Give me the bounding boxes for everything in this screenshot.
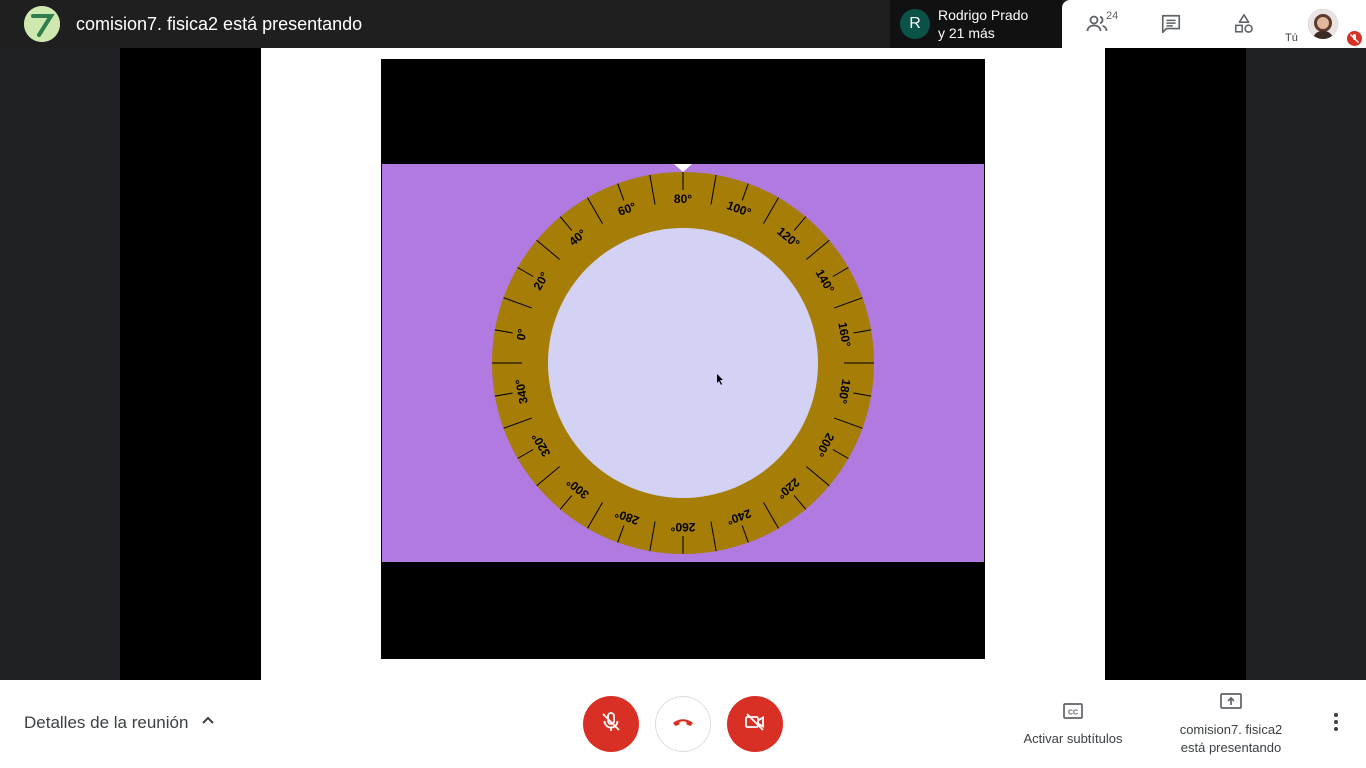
degree-label: 80° [674, 192, 692, 206]
presenting-title: comision7. fisica2 está presentando [76, 14, 363, 34]
camera-off-icon [743, 710, 767, 739]
presenting-line-1: comision7. fisica2 [1179, 722, 1283, 737]
presenter-name: Rodrigo Prado [938, 7, 1029, 23]
end-call-icon [670, 709, 696, 740]
top-bar: comision7. fisica2 está presentando R Ro… [0, 0, 1366, 48]
degree-label: 260° [670, 520, 695, 534]
muted-indicator-icon [1347, 31, 1362, 46]
captions-button[interactable]: CC Activar subtítulos [1010, 702, 1136, 746]
protractor-simulation: 0° 20° 40° 60° 80° 100° 120° 140° 160° 180° 200° 22… [382, 164, 984, 562]
self-avatar[interactable] [1308, 9, 1338, 39]
chat-button[interactable] [1136, 0, 1206, 48]
protractor-center [548, 228, 818, 498]
you-label: Tú [1285, 32, 1298, 44]
presenter-chip[interactable]: R Rodrigo Prado y 21 más [890, 0, 1062, 48]
protractor-graphic: 0°20°40°60°80° 100°120°140°160°180°200°22… [492, 164, 874, 554]
chat-icon [1160, 13, 1182, 35]
presenting-status-button[interactable]: comision7. fisica2 está presentando [1168, 692, 1294, 757]
meeting-details-button[interactable]: Detalles de la reunión [24, 712, 216, 733]
closed-captions-icon: CC [1063, 703, 1083, 724]
presenter-logo-avatar [24, 6, 60, 42]
more-options-button[interactable] [1324, 710, 1348, 738]
meeting-details-label: Detalles de la reunión [24, 712, 189, 732]
presenting-line-2: está presentando [1180, 740, 1282, 755]
bottom-bar: Detalles de la reunión CC Activar subtít… [0, 680, 1366, 768]
chevron-up-icon [200, 712, 216, 733]
microphone-off-icon [599, 710, 623, 739]
present-screen-icon [1219, 693, 1243, 716]
microphone-toggle-button[interactable] [583, 696, 639, 752]
captions-label: Activar subtítulos [1023, 731, 1123, 746]
activities-button[interactable] [1209, 0, 1279, 48]
top-marker [674, 164, 692, 172]
participants-button[interactable]: 24 [1062, 0, 1132, 48]
svg-text:CC: CC [1068, 710, 1078, 717]
more-vertical-icon [1333, 712, 1339, 737]
participants-count: 24 [1106, 10, 1119, 22]
presenter-others: y 21 más [938, 25, 995, 41]
activities-icon [1233, 13, 1255, 35]
presenter-avatar: R [900, 9, 930, 39]
camera-toggle-button[interactable] [727, 696, 783, 752]
leave-call-button[interactable] [655, 696, 711, 752]
